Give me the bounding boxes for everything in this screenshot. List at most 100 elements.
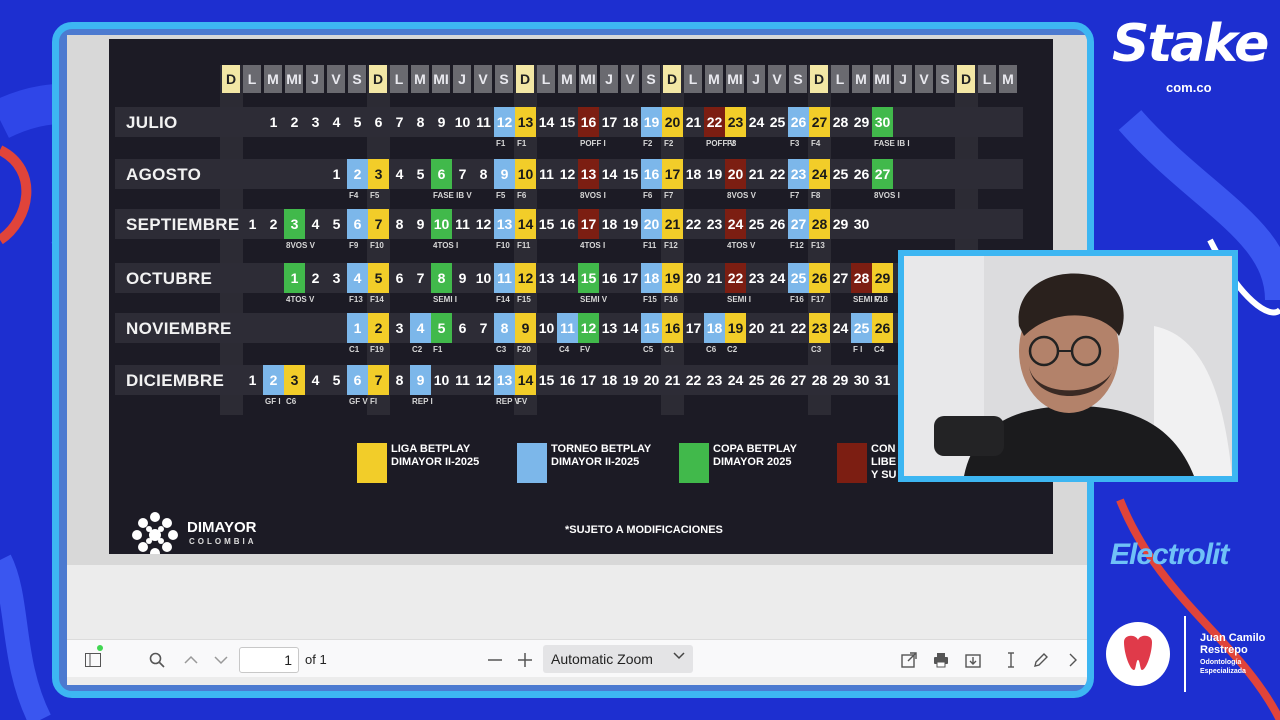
match-note: F2 (643, 139, 653, 148)
previous-page-icon[interactable] (181, 650, 201, 670)
day-cell: 22 (685, 372, 702, 388)
day-cell: 1 (248, 216, 257, 232)
weekday-header: L (243, 65, 261, 93)
day-cell: 24 (809, 159, 830, 189)
weekday-header: S (936, 65, 954, 93)
day-cell: 23 (788, 159, 809, 189)
day-cell: 25 (851, 313, 872, 343)
day-cell: 28 (811, 372, 828, 388)
day-cell: 14 (559, 270, 576, 286)
day-cell: 10 (538, 320, 555, 336)
footnote: *SUJETO A MODIFICACIONES (565, 524, 723, 536)
match-note: F7 (790, 191, 800, 200)
zoom-out-icon[interactable] (485, 650, 505, 670)
day-cell: 21 (748, 166, 765, 182)
day-cell: 30 (853, 372, 870, 388)
day-cell: 2 (311, 270, 320, 286)
day-cell: 4 (347, 263, 368, 293)
day-cell: 6 (347, 365, 368, 395)
zoom-select[interactable]: Automatic Zoom (543, 645, 693, 673)
day-cell: 4 (311, 216, 320, 232)
download-icon[interactable] (963, 650, 983, 670)
weekday-header: S (495, 65, 513, 93)
day-cell: 25 (748, 216, 765, 232)
day-cell: 11 (455, 216, 470, 232)
match-note: F3 (790, 139, 800, 148)
day-cell: 4 (332, 114, 341, 130)
day-cell: 13 (601, 320, 618, 336)
day-cell: 20 (725, 159, 746, 189)
day-cell: 22 (685, 216, 702, 232)
day-cell: 19 (706, 166, 723, 182)
day-cell: 14 (601, 166, 618, 182)
day-cell: 30 (853, 216, 870, 232)
day-cell: 23 (748, 270, 765, 286)
weekday-header: D (810, 65, 828, 93)
day-cell: 29 (832, 216, 849, 232)
day-cell: 19 (641, 107, 662, 137)
match-note: F8 (811, 191, 821, 200)
day-cell: 19 (622, 216, 639, 232)
day-cell: 17 (662, 159, 683, 189)
match-note: F10 (370, 241, 384, 250)
day-cell: 14 (538, 114, 555, 130)
day-cell: 29 (832, 372, 849, 388)
text-cursor-icon[interactable] (1001, 650, 1021, 670)
weekday-header: S (348, 65, 366, 93)
day-cell: 10 (433, 372, 450, 388)
day-cell: 13 (515, 107, 536, 137)
match-note: SEMI I (727, 295, 752, 304)
open-external-icon[interactable] (899, 650, 919, 670)
print-icon[interactable] (931, 650, 951, 670)
weekday-header: L (684, 65, 702, 93)
day-cell: 6 (374, 114, 383, 130)
day-cell: 2 (290, 114, 299, 130)
day-cell: 27 (809, 107, 830, 137)
day-cell: 16 (578, 107, 599, 137)
match-note: 8VOS I (874, 191, 900, 200)
match-note: F5 (496, 191, 506, 200)
legend-swatch (517, 443, 547, 483)
match-note: F6 (517, 191, 527, 200)
next-page-icon[interactable] (211, 650, 231, 670)
more-tools-icon[interactable] (1063, 650, 1083, 670)
weekday-header: V (474, 65, 492, 93)
match-note: C4 (874, 345, 885, 354)
day-cell: 23 (706, 372, 723, 388)
day-cell: 23 (809, 313, 830, 343)
weekday-header: J (747, 65, 765, 93)
match-note: F2 (664, 139, 674, 148)
day-cell: 7 (368, 365, 389, 395)
tooth-logo-icon (1106, 622, 1170, 686)
day-cell: 12 (515, 263, 536, 293)
day-cell: 20 (641, 209, 662, 239)
day-cell: 12 (578, 313, 599, 343)
match-note: F4 (811, 139, 821, 148)
zoom-in-icon[interactable] (515, 650, 535, 670)
match-note: F13 (349, 295, 363, 304)
day-cell: 25 (769, 114, 786, 130)
day-cell: 17 (685, 320, 702, 336)
match-note: FV (517, 397, 528, 406)
day-cell: 26 (769, 216, 786, 232)
day-cell: 16 (662, 313, 683, 343)
day-cell: 7 (368, 209, 389, 239)
day-cell: 11 (539, 166, 554, 182)
day-cell: 29 (872, 263, 893, 293)
page-number-input[interactable] (239, 647, 299, 673)
day-cell: 17 (580, 372, 597, 388)
match-note: REP I (412, 397, 433, 406)
weekday-header: V (621, 65, 639, 93)
day-cell: 28 (832, 114, 849, 130)
day-cell: 17 (622, 270, 639, 286)
day-cell: 9 (458, 270, 467, 286)
day-cell: 8 (395, 216, 404, 232)
day-cell: 15 (578, 263, 599, 293)
match-note: F1 (517, 139, 527, 148)
draw-pen-icon[interactable] (1031, 650, 1051, 670)
sidebar-toggle-icon[interactable] (83, 650, 103, 670)
day-cell: 13 (538, 270, 555, 286)
search-icon[interactable] (147, 650, 167, 670)
day-cell: 4 (311, 372, 320, 388)
weekday-header: MI (873, 65, 891, 93)
